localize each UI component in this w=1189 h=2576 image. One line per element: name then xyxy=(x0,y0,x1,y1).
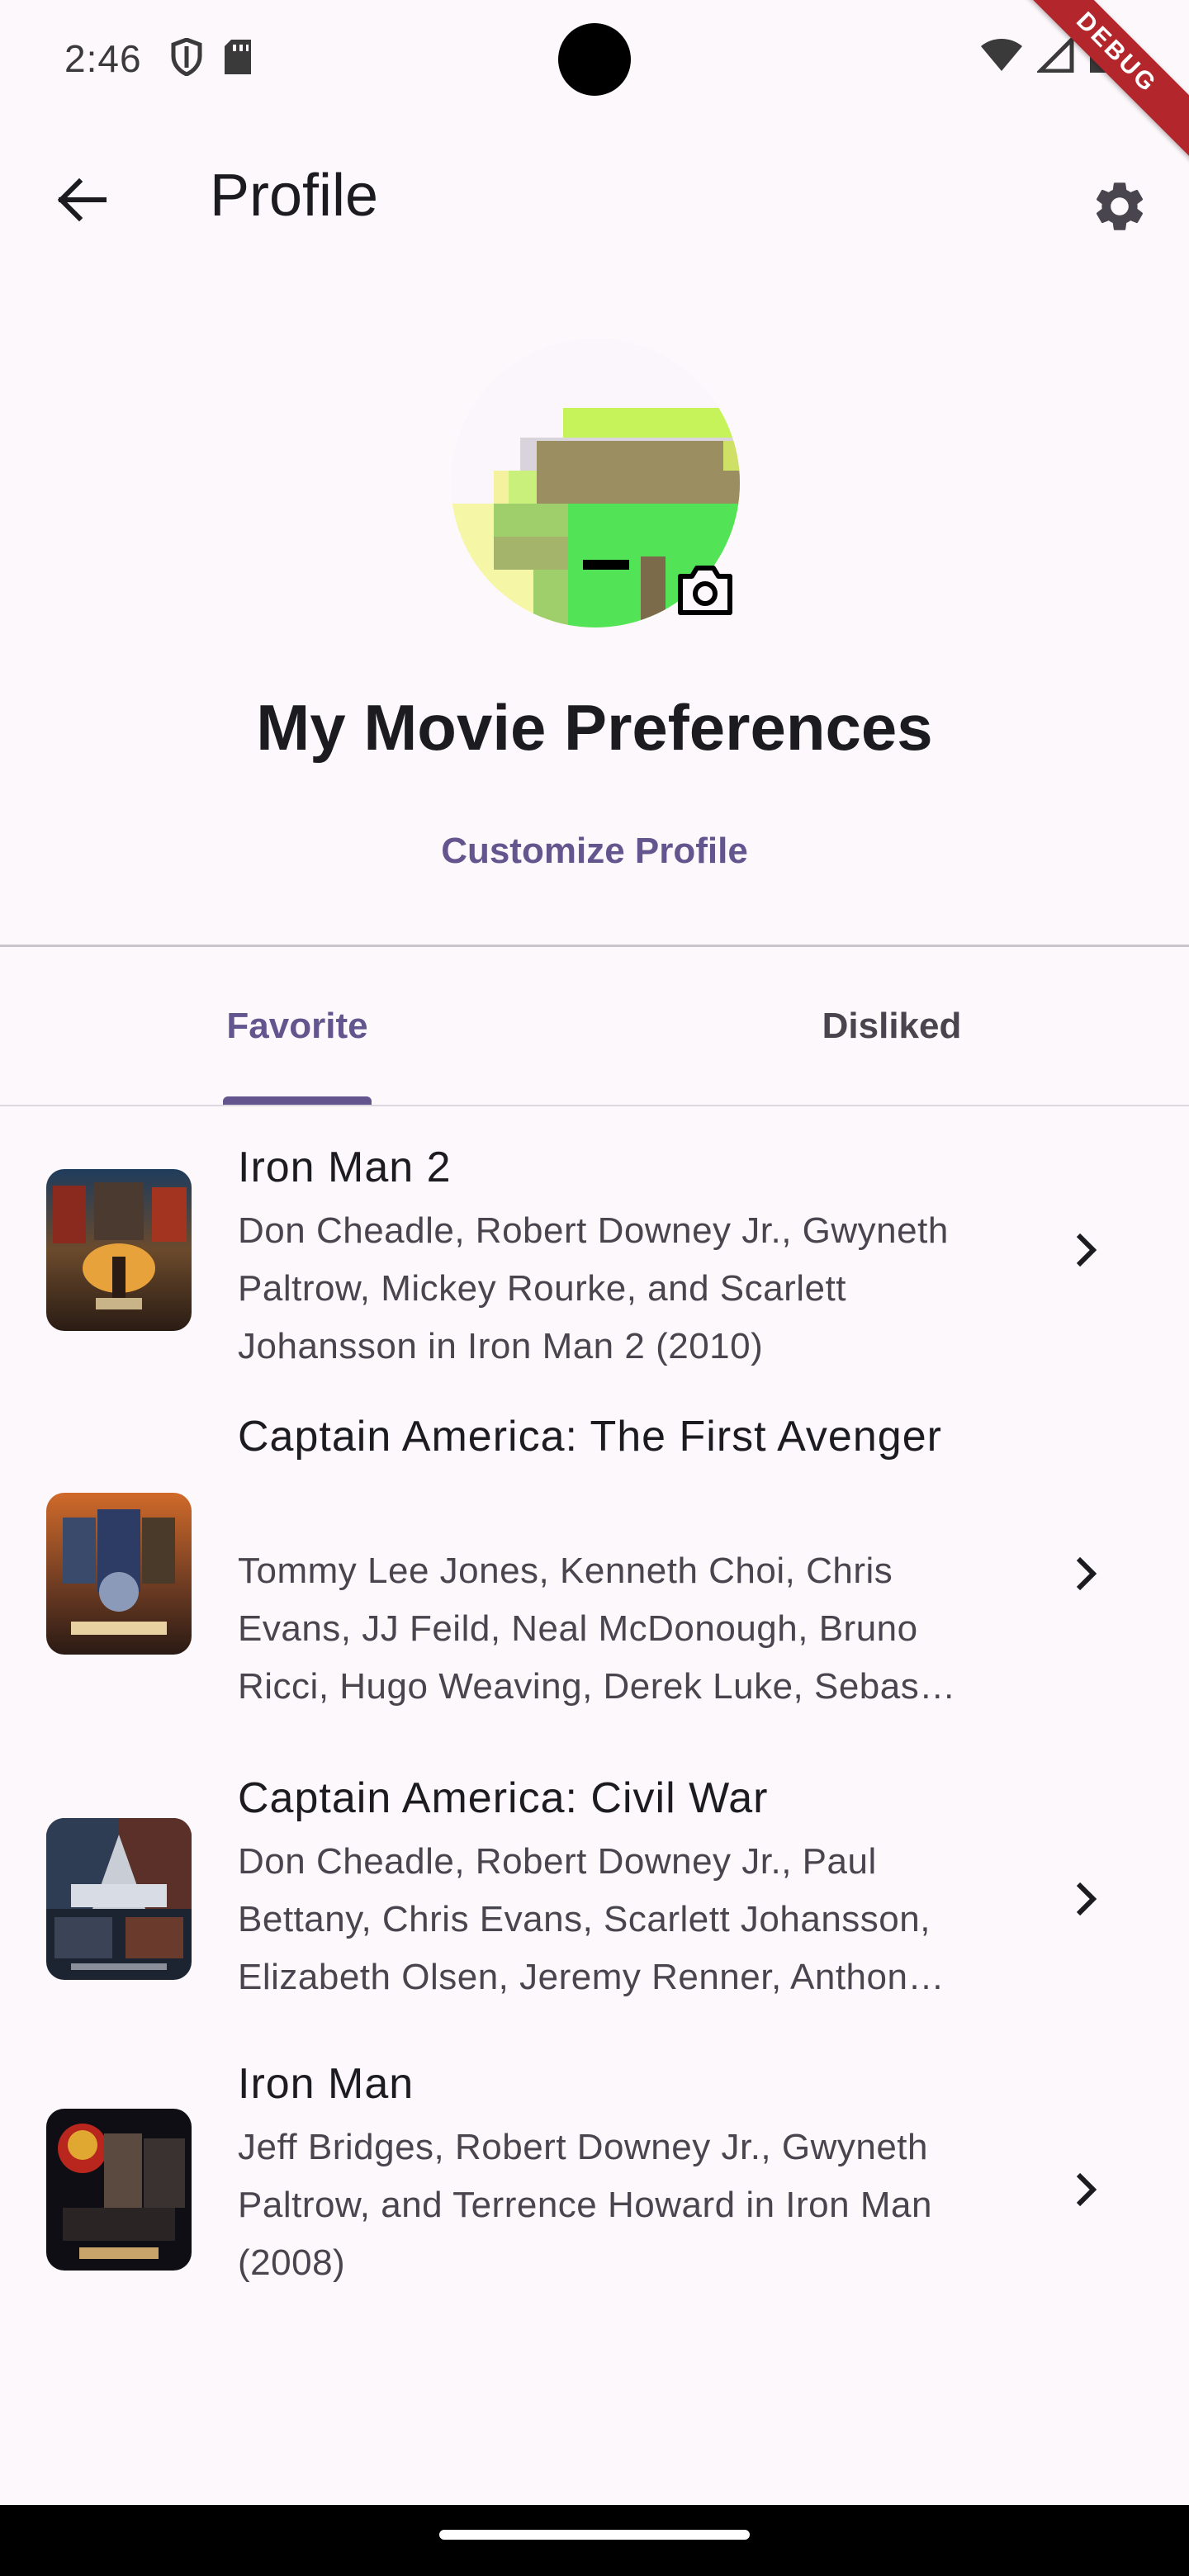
customize-profile-button[interactable]: Customize Profile xyxy=(0,831,1189,872)
movie-title: Iron Man xyxy=(238,2060,414,2108)
shield-icon xyxy=(171,38,202,76)
tab-indicator xyxy=(223,1096,372,1105)
list-item[interactable]: Iron Man 2 Don Cheadle, Robert Downey Jr… xyxy=(0,1110,1189,1390)
movie-description: Don Cheadle, Robert Downey Jr., Gwyneth … xyxy=(238,1210,949,1366)
movie-title: Captain America: Civil War xyxy=(238,1774,769,1822)
page-title: Profile xyxy=(210,163,379,229)
list-item[interactable]: Captain America: Civil War Don Cheadle, … xyxy=(0,1754,1189,2043)
status-bar: 2:46 DEBUG xyxy=(0,0,1189,173)
tab-favorite[interactable]: Favorite xyxy=(0,948,594,1105)
chevron-right-icon xyxy=(1076,1556,1097,1591)
movie-description: Jeff Bridges, Robert Downey Jr., Gwyneth… xyxy=(238,2127,932,2283)
back-button[interactable] xyxy=(41,165,121,234)
profile-name: My Movie Preferences xyxy=(256,691,933,764)
movie-poster xyxy=(46,1169,192,1331)
status-left-icons xyxy=(170,38,254,76)
movie-description: Tommy Lee Jones, Kenneth Choi, Chris Eva… xyxy=(238,1551,956,1707)
movie-description: Don Cheadle, Robert Downey Jr., Paul Bet… xyxy=(238,1841,945,1997)
camera-icon xyxy=(678,566,732,615)
movie-poster xyxy=(46,2109,192,2271)
arrow-back-icon xyxy=(57,178,107,222)
chevron-right-icon xyxy=(1076,1882,1097,1916)
list-item[interactable]: Iron Man Jeff Bridges, Robert Downey Jr.… xyxy=(0,2043,1189,2332)
movie-poster xyxy=(46,1818,192,1980)
sd-card-icon xyxy=(225,40,251,74)
tab-bar: Favorite Disliked xyxy=(0,948,1189,1105)
status-time: 2:46 xyxy=(64,37,142,80)
movie-title: Iron Man 2 xyxy=(238,1144,452,1191)
movie-poster xyxy=(46,1493,192,1655)
settings-button[interactable] xyxy=(1083,170,1156,243)
wifi-icon xyxy=(981,39,1022,71)
signal-icon xyxy=(1037,36,1074,73)
gear-icon xyxy=(1096,182,1144,230)
front-camera-cutout xyxy=(558,23,631,96)
system-navigation-bar xyxy=(0,2505,1189,2576)
app-bar: Profile xyxy=(0,132,1189,264)
change-photo-button[interactable] xyxy=(672,556,738,623)
chevron-right-icon xyxy=(1076,2172,1097,2207)
list-item[interactable]: Captain America: The First Avenger Tommy… xyxy=(0,1390,1189,1745)
chevron-right-icon xyxy=(1076,1233,1097,1267)
home-gesture-handle[interactable] xyxy=(439,2530,750,2540)
section-divider xyxy=(0,945,1189,947)
tab-disliked[interactable]: Disliked xyxy=(594,948,1189,1105)
tab-divider xyxy=(0,1105,1189,1106)
movie-title: Captain America: The First Avenger xyxy=(238,1413,942,1461)
